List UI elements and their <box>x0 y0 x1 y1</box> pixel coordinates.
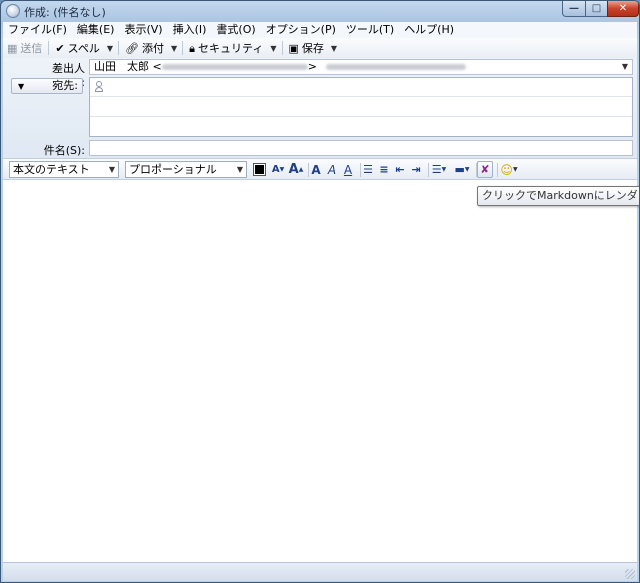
save-button[interactable]: ▣ 保存 <box>285 39 328 57</box>
paperclip-icon: 🔗︎ <box>125 41 139 55</box>
maximize-button[interactable]: □ <box>585 1 608 17</box>
compose-toolbar: ▦ 送信 ✔ スペル ▼ 🔗︎ 添付 ▼ 🔒︎ セキュリティ ▼ ▣ 保存 ▼ <box>3 38 637 59</box>
recipient-row[interactable] <box>90 78 632 98</box>
toolbar-separator <box>308 163 309 177</box>
bold-button[interactable]: A <box>310 161 322 178</box>
minimize-button[interactable]: — <box>562 1 586 17</box>
chevron-down-icon: ▼ <box>18 82 25 91</box>
toolbar-separator <box>182 41 184 55</box>
lock-icon: 🔒︎ <box>189 41 195 55</box>
italic-button[interactable]: A <box>326 161 338 178</box>
format-toolbar: 本文のテキスト ▼ プロポーショナル ▼ A ▼ A ▲ A A A ☰ ≡ ⇤ ⇥… <box>3 158 637 180</box>
floppy-disk-icon: ▣ <box>288 41 299 55</box>
message-body-editor[interactable] <box>3 180 637 562</box>
menu-options[interactable]: オプション(P) <box>261 22 341 38</box>
paragraph-style-select[interactable]: 本文のテキスト ▼ <box>9 161 119 178</box>
menu-insert[interactable]: 挿入(I) <box>168 22 212 38</box>
menu-view[interactable]: 表示(V) <box>119 22 167 38</box>
bullet-list-icon[interactable]: ☰ <box>361 161 375 178</box>
attach-button[interactable]: 🔗︎ 添付 <box>121 39 168 57</box>
chevron-down-icon: ▼ <box>236 165 243 174</box>
underline-button[interactable]: A <box>342 161 354 178</box>
recipient-list[interactable] <box>89 77 633 137</box>
insert-image-icon[interactable]: ▬ ▼ <box>452 161 472 178</box>
indent-icon[interactable]: ⇥ <box>409 161 423 178</box>
send-label: 送信 <box>20 42 43 55</box>
font-value: プロポーショナル <box>129 163 217 176</box>
smaller-font-button[interactable]: A ▼ <box>271 161 285 178</box>
menu-bar: ファイル(F) 編集(E) 表示(V) 挿入(I) 書式(O) オプション(P)… <box>3 22 637 38</box>
thunderbird-app-icon <box>6 4 20 18</box>
toolbar-separator <box>118 41 120 55</box>
title-bar[interactable]: 作成: (件名なし) — □ ✕ <box>1 1 639 22</box>
checkmark-icon: ✔ <box>55 41 65 55</box>
spell-button[interactable]: ✔ スペル <box>51 39 103 57</box>
menu-tools[interactable]: ツール(T) <box>341 22 399 38</box>
markdown-render-button[interactable]: ✘ <box>477 161 493 178</box>
security-button[interactable]: 🔒︎ セキュリティ <box>185 39 267 57</box>
smiley-icon: ☺ <box>500 162 513 177</box>
larger-font-button[interactable]: A ▲ <box>288 161 304 178</box>
align-icon[interactable]: ☰ ▼ <box>429 161 449 178</box>
compose-window: 作成: (件名なし) — □ ✕ ファイル(F) 編集(E) 表示(V) 挿入(… <box>0 0 640 583</box>
emoticon-button[interactable]: ☺ ▼ <box>498 161 520 178</box>
menu-file[interactable]: ファイル(F) <box>3 22 72 38</box>
markdown-tooltip: クリックでMarkdownにレンダリング <box>477 186 639 206</box>
outdent-icon[interactable]: ⇤ <box>393 161 407 178</box>
from-bracket: > <box>307 60 317 73</box>
address-header: 差出人(R): 山田 太郎 <> ▼ ▼ 宛先: 件名(S): <box>3 58 637 158</box>
toolbar-separator <box>48 41 50 55</box>
color-swatch-icon <box>252 163 266 176</box>
menu-edit[interactable]: 編集(E) <box>72 22 120 38</box>
font-select[interactable]: プロポーショナル ▼ <box>125 161 247 178</box>
to-label: 宛先: <box>52 79 78 92</box>
send-button[interactable]: ▦ 送信 <box>3 39 46 57</box>
recipient-row[interactable] <box>90 97 632 117</box>
text-color-button[interactable] <box>252 161 266 178</box>
recipient-row[interactable] <box>90 117 632 136</box>
redacted-display-name <box>161 64 308 70</box>
subject-label: 件名(S): <box>43 144 85 157</box>
send-icon: ▦ <box>7 41 18 55</box>
spell-label: スペル <box>67 42 100 55</box>
security-dropdown-arrow[interactable]: ▼ <box>267 44 279 53</box>
menu-help[interactable]: ヘルプ(H) <box>399 22 459 38</box>
resize-grip-icon[interactable] <box>625 569 635 579</box>
window-title: 作成: (件名なし) <box>24 6 106 19</box>
person-icon <box>94 81 104 93</box>
attach-dropdown-arrow[interactable]: ▼ <box>168 44 180 53</box>
save-label: 保存 <box>301 42 324 55</box>
save-dropdown-arrow[interactable]: ▼ <box>328 44 340 53</box>
numbered-list-icon[interactable]: ≡ <box>377 161 391 178</box>
markdown-icon: ✘ <box>480 163 490 176</box>
paragraph-style-value: 本文のテキスト <box>13 163 90 176</box>
status-bar <box>3 562 637 581</box>
subject-input[interactable] <box>89 140 633 156</box>
attach-label: 添付 <box>141 42 164 55</box>
security-label: セキュリティ <box>198 42 264 55</box>
chevron-down-icon: ▼ <box>621 62 628 71</box>
from-select[interactable]: 山田 太郎 < > ▼ <box>89 59 633 75</box>
menu-format[interactable]: 書式(O) <box>211 22 260 38</box>
recipient-type-select[interactable]: ▼ 宛先: <box>11 78 83 94</box>
chevron-down-icon: ▼ <box>108 165 115 174</box>
redacted-email-address <box>326 64 467 70</box>
from-name: 山田 太郎 < <box>94 60 162 73</box>
spell-dropdown-arrow[interactable]: ▼ <box>104 44 116 53</box>
toolbar-separator <box>281 41 283 55</box>
close-button[interactable]: ✕ <box>607 1 639 17</box>
